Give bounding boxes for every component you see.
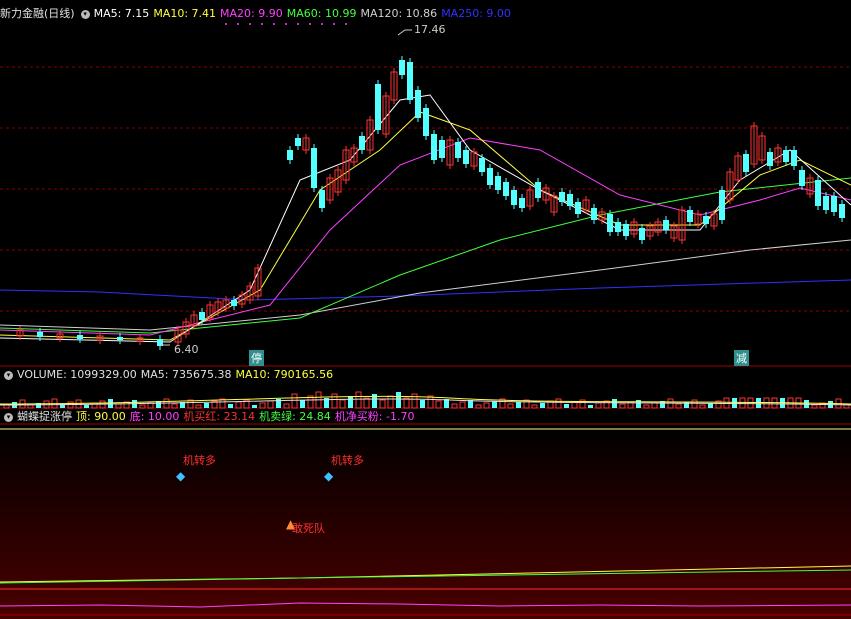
indicator-top: 顶: 90.00 <box>76 410 126 423</box>
signal-dare: 敢死队 <box>292 522 325 535</box>
ma5-label: MA5: 7.15 <box>93 7 150 20</box>
indicator-net-pink: 机净买粉: -1.70 <box>334 410 415 423</box>
settings-icon[interactable]: ▾ <box>4 412 13 422</box>
volume-value: VOLUME: 1099329.00 <box>17 368 137 381</box>
main-panel-header: 新力金融(日线) ▾ MA5: 7.15 MA10: 7.41 MA20: 9.90 MA… <box>0 6 515 22</box>
diamond-icon: ◆ <box>176 469 186 483</box>
indicator-panel-header: ▾ 蝴蝶捉涨停 顶: 90.00 底: 10.00 机买红: 23.14 机卖绿: 24.… <box>0 409 418 425</box>
diamond-icon: ◆ <box>324 469 334 483</box>
settings-icon[interactable]: ▾ <box>80 9 90 19</box>
ma120-label: MA120: 10.86 <box>360 7 438 20</box>
indicator-bottom: 底: 10.00 <box>129 410 180 423</box>
indicator-title: 蝴蝶捉涨停 <box>17 410 72 423</box>
signal-long-1: 机转多 <box>183 454 216 467</box>
ma10-label: MA10: 7.41 <box>153 7 217 20</box>
indicator-buy-red: 机买红: 23.14 <box>183 410 256 423</box>
reduce-tag: 减 <box>734 350 749 366</box>
volume-ma5: MA5: 735675.38 <box>140 368 232 381</box>
limit-stop-tag: 停 <box>249 350 264 366</box>
kline-chart[interactable] <box>0 0 851 619</box>
ma60-label: MA60: 10.99 <box>286 7 357 20</box>
ma20-label: MA20: 9.90 <box>220 7 283 20</box>
high-price-label: 17.46 <box>414 23 446 36</box>
low-price-label: 6.40 <box>174 343 199 356</box>
volume-panel-header: ▾ VOLUME: 1099329.00 MA5: 735675.38 MA10: 7… <box>0 367 337 383</box>
stock-name: 新力金融(日线) <box>0 7 75 20</box>
volume-ma10: MA10: 790165.56 <box>235 368 334 381</box>
indicator-sell-green: 机卖绿: 24.84 <box>259 410 331 423</box>
signal-long-2: 机转多 <box>331 454 364 467</box>
settings-icon[interactable]: ▾ <box>4 370 13 380</box>
ma250-label: MA250: 9.00 <box>441 7 511 20</box>
